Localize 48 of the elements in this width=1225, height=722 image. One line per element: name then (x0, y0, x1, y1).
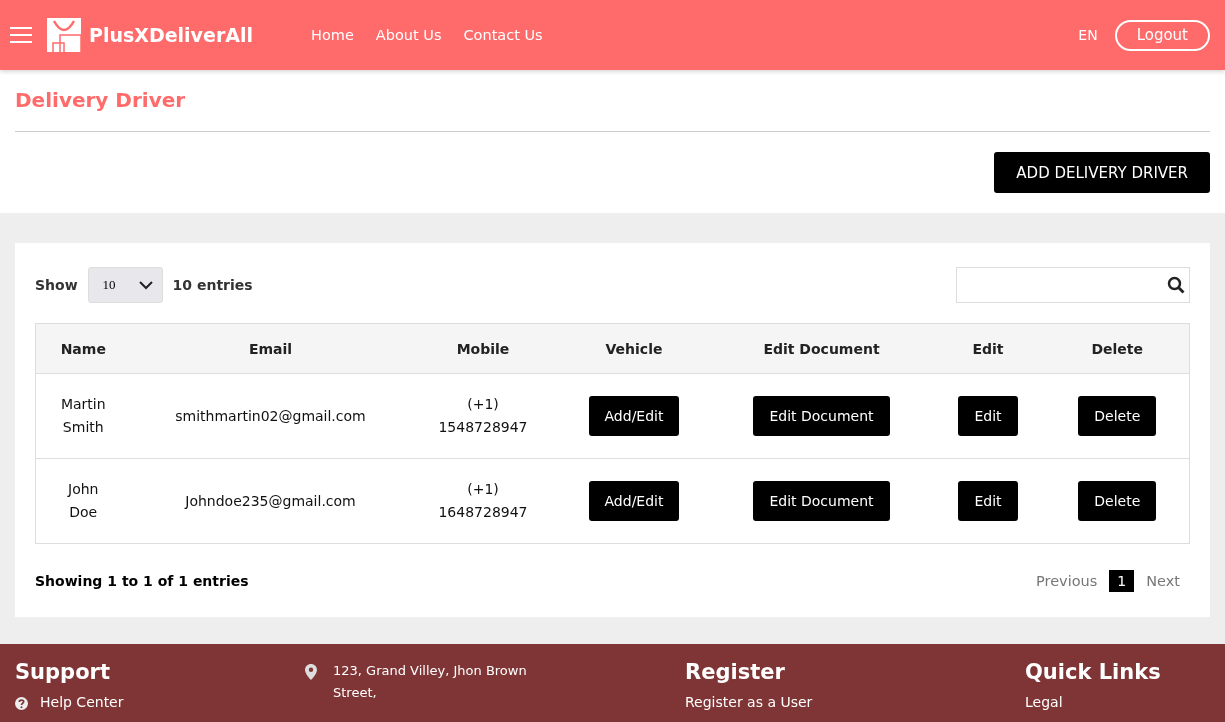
country-code: (+1) (467, 480, 499, 499)
pagination-link[interactable]: Previous (1036, 573, 1098, 589)
page-size-select[interactable]: 10 (87, 267, 163, 303)
column-header: Edit (930, 323, 1046, 374)
show-label: Show (35, 277, 78, 293)
vehicle-button[interactable]: Add/Edit (588, 396, 680, 436)
pagination-link[interactable]: Next (1146, 573, 1180, 589)
driver-name: Martin Smith (59, 395, 107, 437)
mobile-number: 1548728947 (438, 418, 528, 437)
shopping-bag-logo-icon (46, 17, 82, 53)
vehicle-button[interactable]: Add/Edit (588, 481, 680, 521)
edit-document-button[interactable]: Edit Document (753, 481, 890, 521)
delete-button[interactable]: Delete (1078, 481, 1157, 521)
footer-heading: Register (685, 660, 786, 686)
entries-label: 10 entries (172, 277, 253, 293)
address-text: 123, Grand Villey, Jhon Brown Street, (333, 662, 528, 702)
edit-button[interactable]: Edit (958, 396, 1018, 436)
footer-heading: Support (15, 660, 111, 686)
chevron-down-icon (138, 280, 153, 290)
driver-email: smithmartin02@gmail.com (175, 408, 366, 424)
mobile-number: 1648728947 (438, 503, 528, 522)
help-center-link[interactable]: Help Center (40, 694, 124, 710)
driver-name: John Doe (66, 480, 100, 522)
edit-document-button[interactable]: Edit Document (753, 396, 890, 436)
brand-name: PlusXDeliverAll (89, 24, 253, 46)
add-driver-button[interactable]: ADD DELIVERY DRIVER (994, 152, 1210, 193)
location-pin-icon (305, 664, 317, 680)
table-info: Showing 1 to 1 of 1 entries (35, 573, 249, 589)
column-header: Vehicle (555, 323, 713, 374)
column-header: Delete (1045, 323, 1190, 374)
menu-icon (10, 26, 32, 44)
page-number[interactable]: 1 (1109, 570, 1135, 592)
search-icon (1167, 276, 1185, 294)
footer-link[interactable]: Register as a User (685, 694, 813, 710)
search-field[interactable] (956, 267, 1190, 303)
menu-button[interactable] (10, 26, 32, 44)
edit-button[interactable]: Edit (958, 481, 1018, 521)
help-icon (15, 697, 28, 710)
column-header: Edit Document (712, 323, 931, 374)
footer-link[interactable]: Legal (1025, 694, 1063, 710)
country-code: (+1) (467, 395, 499, 414)
footer-heading: Quick Links (1025, 660, 1162, 686)
column-header: Name (35, 323, 131, 374)
driver-email: Johndoe235@gmail.com (185, 493, 356, 509)
page-title: Delivery Driver (15, 88, 187, 114)
column-header: Email (130, 323, 411, 374)
column-header: Mobile (410, 323, 556, 374)
delete-button[interactable]: Delete (1078, 396, 1157, 436)
